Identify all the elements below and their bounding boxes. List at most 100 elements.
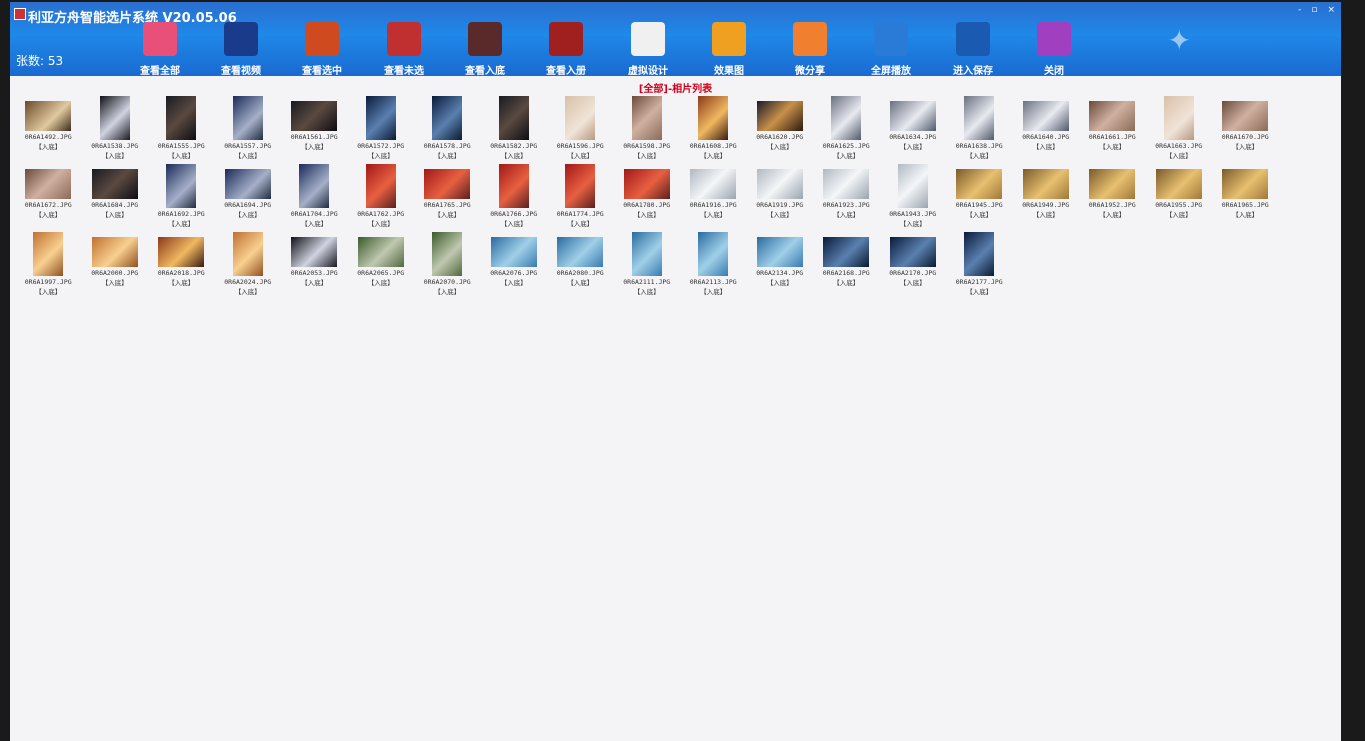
toolbar-button-3[interactable]: 查看选中 xyxy=(290,22,354,77)
photo-item[interactable]: 0R6A2065.JPG 【入底】 xyxy=(348,230,415,298)
toolbar-button-7[interactable]: 虚拟设计 xyxy=(616,22,680,77)
photo-item[interactable]: 0R6A2177.JPG 【入底】 xyxy=(946,230,1013,298)
photo-thumbnail[interactable] xyxy=(232,96,263,140)
photo-item[interactable]: 0R6A1692.JPG 【入底】 xyxy=(148,162,215,230)
photo-thumbnail[interactable] xyxy=(166,164,197,208)
photo-thumbnail[interactable] xyxy=(756,101,803,131)
photo-thumbnail[interactable] xyxy=(698,232,729,276)
photo-thumbnail[interactable] xyxy=(33,232,64,276)
photo-item[interactable]: 0R6A1557.JPG 【入底】 xyxy=(215,94,282,162)
photo-item[interactable]: 0R6A1919.JPG 【入底】 xyxy=(747,162,814,230)
photo-item[interactable]: 0R6A1640.JPG 【入底】 xyxy=(1013,94,1080,162)
photo-item[interactable]: 0R6A2170.JPG 【入底】 xyxy=(880,230,947,298)
photo-thumbnail[interactable] xyxy=(889,101,936,131)
photo-item[interactable]: 0R6A1997.JPG 【入底】 xyxy=(15,230,82,298)
photo-thumbnail[interactable] xyxy=(291,237,338,267)
photo-thumbnail[interactable] xyxy=(1089,101,1136,131)
photo-item[interactable]: 0R6A1765.JPG 【入底】 xyxy=(414,162,481,230)
photo-thumbnail[interactable] xyxy=(291,101,338,131)
photo-item[interactable]: 0R6A1625.JPG 【入底】 xyxy=(813,94,880,162)
photo-thumbnail[interactable] xyxy=(631,96,662,140)
toolbar-button-2[interactable]: 查看视频 xyxy=(209,22,273,77)
photo-thumbnail[interactable] xyxy=(964,96,995,140)
photo-thumbnail[interactable] xyxy=(166,96,197,140)
photo-item[interactable]: 0R6A1945.JPG 【入底】 xyxy=(946,162,1013,230)
photo-item[interactable]: 0R6A1923.JPG 【入底】 xyxy=(813,162,880,230)
photo-thumbnail[interactable] xyxy=(224,169,271,199)
photo-item[interactable]: 0R6A1762.JPG 【入底】 xyxy=(348,162,415,230)
photo-item[interactable]: 0R6A1670.JPG 【入底】 xyxy=(1212,94,1279,162)
photo-item[interactable]: 0R6A2168.JPG 【入底】 xyxy=(813,230,880,298)
photo-thumbnail[interactable] xyxy=(158,237,205,267)
photo-item[interactable]: 0R6A1704.JPG 【入底】 xyxy=(281,162,348,230)
minimize-button[interactable]: - xyxy=(1298,5,1301,15)
photo-thumbnail[interactable] xyxy=(1222,169,1269,199)
photo-item[interactable]: 0R6A1780.JPG 【入底】 xyxy=(614,162,681,230)
photo-item[interactable]: 0R6A1766.JPG 【入底】 xyxy=(481,162,548,230)
photo-thumbnail[interactable] xyxy=(1089,169,1136,199)
photo-item[interactable]: 0R6A1672.JPG 【入底】 xyxy=(15,162,82,230)
photo-thumbnail[interactable] xyxy=(1222,101,1269,131)
photo-item[interactable]: 0R6A1949.JPG 【入底】 xyxy=(1013,162,1080,230)
photo-thumbnail[interactable] xyxy=(490,237,537,267)
toolbar-button-12[interactable]: 关闭 xyxy=(1022,22,1086,77)
photo-thumbnail[interactable] xyxy=(690,169,737,199)
toolbar-button-8[interactable]: 效果图 xyxy=(697,22,761,77)
photo-thumbnail[interactable] xyxy=(424,169,471,199)
photo-item[interactable]: 0R6A2134.JPG 【入底】 xyxy=(747,230,814,298)
photo-item[interactable]: 0R6A2024.JPG 【入底】 xyxy=(215,230,282,298)
photo-item[interactable]: 0R6A1598.JPG 【入底】 xyxy=(614,94,681,162)
photo-thumbnail[interactable] xyxy=(565,164,596,208)
photo-thumbnail[interactable] xyxy=(25,169,72,199)
photo-item[interactable]: 0R6A2080.JPG 【入底】 xyxy=(547,230,614,298)
photo-thumbnail[interactable] xyxy=(432,232,463,276)
photo-item[interactable]: 0R6A1955.JPG 【入底】 xyxy=(1146,162,1213,230)
photo-item[interactable]: 0R6A1916.JPG 【入底】 xyxy=(680,162,747,230)
toolbar-button-5[interactable]: 查看入底 xyxy=(453,22,517,77)
photo-thumbnail[interactable] xyxy=(232,232,263,276)
photo-thumbnail[interactable] xyxy=(889,237,936,267)
photo-item[interactable]: 0R6A1694.JPG 【入底】 xyxy=(215,162,282,230)
photo-item[interactable]: 0R6A1774.JPG 【入底】 xyxy=(547,162,614,230)
photo-item[interactable]: 0R6A1555.JPG 【入底】 xyxy=(148,94,215,162)
photo-thumbnail[interactable] xyxy=(631,232,662,276)
close-window-button[interactable]: × xyxy=(1327,5,1335,15)
photo-thumbnail[interactable] xyxy=(357,237,404,267)
photo-item[interactable]: 0R6A2000.JPG 【入底】 xyxy=(82,230,149,298)
photo-thumbnail[interactable] xyxy=(365,164,396,208)
photo-item[interactable]: 0R6A1596.JPG 【入底】 xyxy=(547,94,614,162)
photo-thumbnail[interactable] xyxy=(1022,101,1069,131)
photo-item[interactable]: 0R6A1561.JPG 【入底】 xyxy=(281,94,348,162)
photo-thumbnail[interactable] xyxy=(365,96,396,140)
photo-item[interactable]: 0R6A2070.JPG 【入底】 xyxy=(414,230,481,298)
maximize-button[interactable]: ▫ xyxy=(1311,5,1317,15)
photo-thumbnail[interactable] xyxy=(1163,96,1194,140)
photo-thumbnail[interactable] xyxy=(823,169,870,199)
photo-item[interactable]: 0R6A1661.JPG 【入底】 xyxy=(1079,94,1146,162)
photo-thumbnail[interactable] xyxy=(698,96,729,140)
toolbar-button-9[interactable]: 微分享 xyxy=(778,22,842,77)
photo-thumbnail[interactable] xyxy=(956,169,1003,199)
photo-item[interactable]: 0R6A1943.JPG 【入底】 xyxy=(880,162,947,230)
photo-thumbnail[interactable] xyxy=(823,237,870,267)
photo-item[interactable]: 0R6A1620.JPG 【入底】 xyxy=(747,94,814,162)
photo-item[interactable]: 0R6A2113.JPG 【入底】 xyxy=(680,230,747,298)
photo-thumbnail[interactable] xyxy=(1022,169,1069,199)
photo-item[interactable]: 0R6A1608.JPG 【入底】 xyxy=(680,94,747,162)
photo-thumbnail[interactable] xyxy=(897,164,928,208)
photo-item[interactable]: 0R6A1684.JPG 【入底】 xyxy=(82,162,149,230)
photo-thumbnail[interactable] xyxy=(756,237,803,267)
photo-thumbnail[interactable] xyxy=(498,164,529,208)
photo-thumbnail[interactable] xyxy=(565,96,596,140)
photo-item[interactable]: 0R6A1578.JPG 【入底】 xyxy=(414,94,481,162)
photo-item[interactable]: 0R6A1572.JPG 【入底】 xyxy=(348,94,415,162)
photo-item[interactable]: 0R6A2111.JPG 【入底】 xyxy=(614,230,681,298)
photo-thumbnail[interactable] xyxy=(557,237,604,267)
photo-thumbnail[interactable] xyxy=(299,164,330,208)
photo-item[interactable]: 0R6A1492.JPG 【入底】 xyxy=(15,94,82,162)
photo-item[interactable]: 0R6A2018.JPG 【入底】 xyxy=(148,230,215,298)
photo-thumbnail[interactable] xyxy=(91,237,138,267)
photo-item[interactable]: 0R6A1538.JPG 【入底】 xyxy=(82,94,149,162)
photo-thumbnail[interactable] xyxy=(498,96,529,140)
toolbar-button-6[interactable]: 查看入册 xyxy=(534,22,598,77)
